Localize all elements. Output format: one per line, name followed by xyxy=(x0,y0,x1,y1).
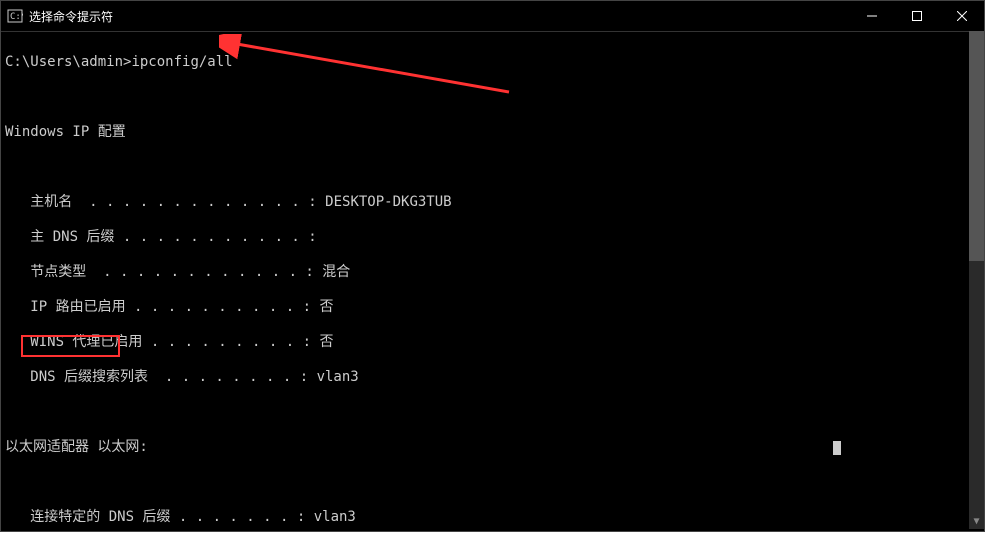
prompt-command: ipconfig/all xyxy=(131,54,232,72)
scrollbar[interactable]: ▼ xyxy=(969,31,984,529)
command-prompt-window: C:\ 选择命令提示符 C:\Users\admin>ipconfig/all … xyxy=(0,0,985,532)
svg-text:C:\: C:\ xyxy=(10,12,23,22)
terminal-content[interactable]: C:\Users\admin>ipconfig/all Windows IP 配… xyxy=(1,32,984,534)
title-controls xyxy=(849,1,984,31)
ip-routing-label: IP 路由已启用 . . . . . . . . . . : xyxy=(5,299,319,317)
wins-proxy-value: 否 xyxy=(319,334,333,352)
cmd-icon: C:\ xyxy=(7,8,23,24)
window-title: 选择命令提示符 xyxy=(29,8,113,25)
node-type-label: 节点类型 . . . . . . . . . . . . : xyxy=(5,264,322,282)
hostname-value: DESKTOP-DKG3TUB xyxy=(325,194,451,212)
maximize-button[interactable] xyxy=(894,1,939,31)
conn-dns-value: vlan3 xyxy=(314,509,356,527)
dns-suffix-label: 主 DNS 后缀 . . . . . . . . . . . : xyxy=(5,229,317,247)
dns-search-value: vlan3 xyxy=(317,369,359,387)
close-button[interactable] xyxy=(939,1,984,31)
titlebar[interactable]: C:\ 选择命令提示符 xyxy=(1,1,984,32)
node-type-value: 混合 xyxy=(322,264,350,282)
scrollbar-thumb[interactable] xyxy=(969,31,984,261)
hostname-label: 主机名 . . . . . . . . . . . . . : xyxy=(5,194,325,212)
titlebar-left: C:\ 选择命令提示符 xyxy=(1,8,113,25)
minimize-button[interactable] xyxy=(849,1,894,31)
scrollbar-down-arrow[interactable]: ▼ xyxy=(969,514,984,529)
conn-dns-label: 连接特定的 DNS 后缀 . . . . . . . : xyxy=(5,509,314,527)
section-header: Windows IP 配置 xyxy=(5,124,980,142)
prompt-path: C:\Users\admin> xyxy=(5,54,131,72)
ip-routing-value: 否 xyxy=(319,299,333,317)
wins-proxy-label: WINS 代理已启用 . . . . . . . . . : xyxy=(5,334,319,352)
dns-search-label: DNS 后缀搜索列表 . . . . . . . . : xyxy=(5,369,317,387)
text-cursor xyxy=(833,441,841,455)
